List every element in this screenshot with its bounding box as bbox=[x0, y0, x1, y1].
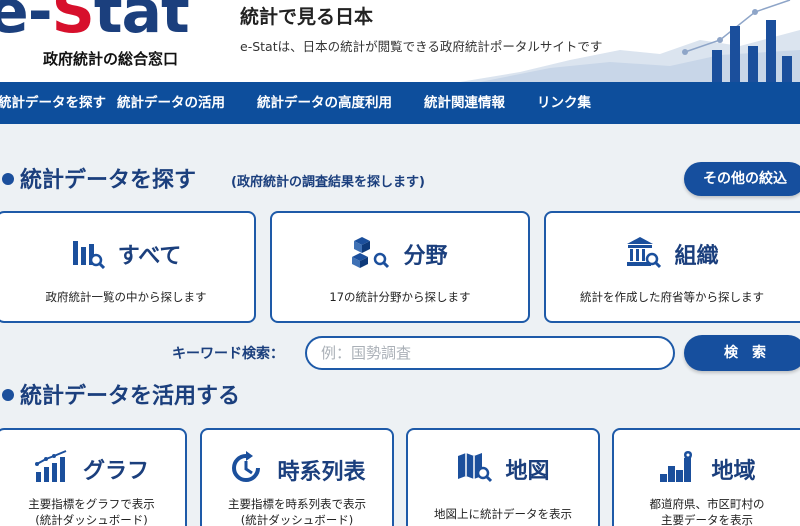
clock-arrow-icon bbox=[228, 450, 264, 490]
header-decoration-chart bbox=[460, 0, 800, 82]
card-all[interactable]: すべて 政府統計一覧の中から探します bbox=[0, 211, 256, 323]
nav-item-advanced[interactable]: 統計データの高度利用 bbox=[257, 82, 392, 124]
card-organization-desc: 統計を作成した府省等から探します bbox=[580, 290, 764, 304]
card-graph-title: グラフ bbox=[83, 459, 150, 484]
card-timeseries[interactable]: 時系列表 主要指標を時系列表で表示 (統計ダッシュボード) bbox=[200, 428, 394, 526]
bar-chart-search-icon bbox=[71, 235, 105, 273]
card-region-desc: 都道府県、市区町村の 主要データを表示 bbox=[649, 497, 765, 526]
site-title: 統計で見る日本 bbox=[240, 6, 374, 28]
card-region[interactable]: 地域 都道府県、市区町村の 主要データを表示 bbox=[612, 428, 800, 526]
card-organization-title: 組織 bbox=[674, 244, 719, 269]
main-nav: 統計データを探す 統計データの活用 統計データの高度利用 統計関連情報 リンク集 bbox=[0, 82, 800, 124]
other-filter-button[interactable]: その他の絞込 bbox=[684, 162, 800, 196]
card-map[interactable]: 地図 地図上に統計データを表示 bbox=[406, 428, 600, 526]
keyword-search-input[interactable] bbox=[305, 336, 675, 370]
card-graph-desc: 主要指標をグラフで表示 (統計ダッシュボード) bbox=[28, 497, 155, 526]
section-subtitle-find: (政府統計の調査結果を探します) bbox=[231, 175, 425, 190]
bullet-icon bbox=[2, 173, 14, 185]
building-search-icon bbox=[625, 235, 662, 273]
region-bars-icon bbox=[658, 450, 698, 488]
section-title-find: 統計データを探す bbox=[2, 162, 196, 194]
card-organization[interactable]: 組織 統計を作成した府省等から探します bbox=[544, 211, 800, 323]
card-region-title: 地域 bbox=[711, 459, 756, 484]
site-header: e-Stat 政府統計の総合窓口 統計で見る日本 e-Statは、日本の統計が閲… bbox=[0, 0, 800, 82]
graph-icon bbox=[34, 450, 70, 488]
keyword-search-label: キーワード検索： bbox=[172, 346, 284, 362]
card-timeseries-desc: 主要指標を時系列表で表示 (統計ダッシュボード) bbox=[228, 497, 366, 526]
bullet-icon bbox=[2, 389, 14, 401]
cubes-search-icon bbox=[352, 235, 390, 273]
map-search-icon bbox=[456, 450, 493, 488]
card-graph[interactable]: グラフ 主要指標をグラフで表示 (統計ダッシュボード) bbox=[0, 428, 187, 526]
card-map-title: 地図 bbox=[505, 459, 550, 484]
nav-item-related[interactable]: 統計関連情報 bbox=[424, 82, 505, 124]
nav-item-links[interactable]: リンク集 bbox=[537, 82, 591, 124]
estat-logo[interactable]: e-Stat bbox=[0, 0, 190, 42]
card-timeseries-title: 時系列表 bbox=[277, 460, 366, 485]
card-all-title: すべて bbox=[117, 244, 182, 269]
nav-item-use[interactable]: 統計データの活用 bbox=[117, 82, 225, 124]
section-title-use: 統計データを活用する bbox=[2, 378, 240, 410]
card-field-desc: 17の統計分野から探します bbox=[329, 290, 471, 304]
nav-item-find[interactable]: 統計データを探す bbox=[0, 82, 106, 124]
card-field[interactable]: 分野 17の統計分野から探します bbox=[270, 211, 530, 323]
logo-subtitle: 政府統計の総合窓口 bbox=[43, 50, 179, 68]
card-all-desc: 政府統計一覧の中から探します bbox=[45, 290, 207, 304]
search-button[interactable]: 検 索 bbox=[684, 335, 800, 371]
card-map-desc: 地図上に統計データを表示 bbox=[434, 507, 572, 521]
card-field-title: 分野 bbox=[403, 244, 448, 269]
